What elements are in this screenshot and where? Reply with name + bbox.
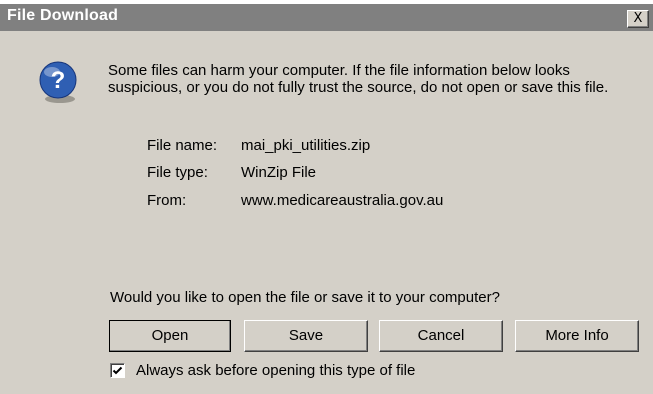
from-value: www.medicareaustralia.gov.au [241,192,444,209]
svg-text:?: ? [51,67,66,94]
save-button[interactable]: Save [244,320,368,352]
file-type-value: WinZip File [241,164,317,181]
from-label: From: [147,192,187,209]
open-or-save-question: Would you like to open the file or save … [110,289,500,306]
checkmark-icon [112,366,123,375]
open-button[interactable]: Open [109,320,231,352]
more-info-button-label: More Info [545,327,609,344]
file-name-value: mai_pki_utilities.zip [241,137,371,154]
more-info-button[interactable]: More Info [515,320,639,352]
file-name-label: File name: [147,137,218,154]
close-icon: X [633,11,643,26]
file-type-label: File type: [147,164,208,181]
question-icon: ? [39,61,77,103]
title-bar[interactable]: File Download X [0,4,653,31]
open-button-label: Open [151,327,189,344]
cancel-button-label: Cancel [417,327,465,344]
dialog-title: File Download [7,7,119,24]
file-download-dialog: File Download X ? Some files can harm yo… [0,4,653,394]
warning-message: Some files can harm your computer. If th… [108,62,609,96]
close-button[interactable]: X [627,10,649,28]
save-button-label: Save [288,327,324,344]
always-ask-checkbox[interactable] [110,363,125,378]
cancel-button[interactable]: Cancel [379,320,503,352]
always-ask-label[interactable]: Always ask before opening this type of f… [136,362,415,379]
